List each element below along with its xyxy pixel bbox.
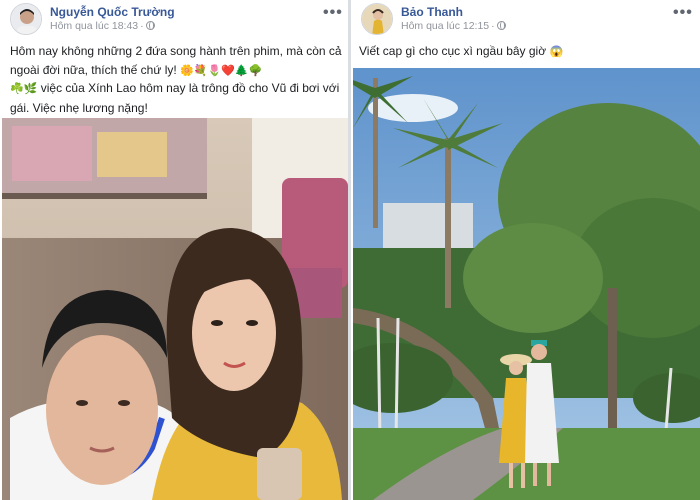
post-nguyen-quoc-truong: Nguyễn Quốc Trường Hôm qua lúc 18:43 · ••… xyxy=(0,0,348,500)
timestamp-text[interactable]: Hôm qua lúc 18:43 xyxy=(50,20,138,32)
post-photo-resort[interactable] xyxy=(353,68,700,500)
post-photo-selfie[interactable] xyxy=(2,118,348,500)
post-text: việc của Xính Lao hôm nay là trông đồ ch… xyxy=(10,81,340,115)
post-text-line2: ☘️🌿 việc của Xính Lao hôm nay là trông đ… xyxy=(10,79,342,118)
author-name[interactable]: Nguyễn Quốc Trường xyxy=(50,5,175,19)
post-bao-thanh: Bảo Thanh Hôm qua lúc 12:15 · ••• Viết ca… xyxy=(351,0,700,500)
post-header: Bảo Thanh Hôm qua lúc 12:15 · ••• xyxy=(351,0,700,38)
post-text-line1: Viết cap gì cho cục xì ngầu bây giờ 😱 xyxy=(359,42,694,62)
more-options-icon[interactable]: ••• xyxy=(323,4,343,22)
globe-icon xyxy=(496,21,506,30)
post-timestamp[interactable]: Hôm qua lúc 12:15 · xyxy=(401,20,506,32)
post-text: Viết cap gì cho cục xì ngầu bây giờ xyxy=(359,44,547,58)
scream-emoji-icon: 😱 xyxy=(549,46,564,58)
post-header: Nguyễn Quốc Trường Hôm qua lúc 18:43 · ••… xyxy=(0,0,348,38)
author-name[interactable]: Bảo Thanh xyxy=(401,5,463,19)
globe-icon xyxy=(145,21,155,30)
clover-emoji-icon: ☘️🌿 xyxy=(10,83,38,95)
post-text-line1: Hôm nay không những 2 đứa song hành trên… xyxy=(10,42,342,81)
avatar[interactable] xyxy=(361,3,393,35)
timestamp-text[interactable]: Hôm qua lúc 12:15 xyxy=(401,20,489,32)
avatar[interactable] xyxy=(10,3,42,35)
post-timestamp[interactable]: Hôm qua lúc 18:43 · xyxy=(50,20,155,32)
emoji-row: 🌼💐🌷❤️🌲🌳 xyxy=(180,65,263,77)
post-text: Hôm nay không những 2 đứa song hành trên… xyxy=(10,44,342,77)
more-options-icon[interactable]: ••• xyxy=(673,4,693,22)
